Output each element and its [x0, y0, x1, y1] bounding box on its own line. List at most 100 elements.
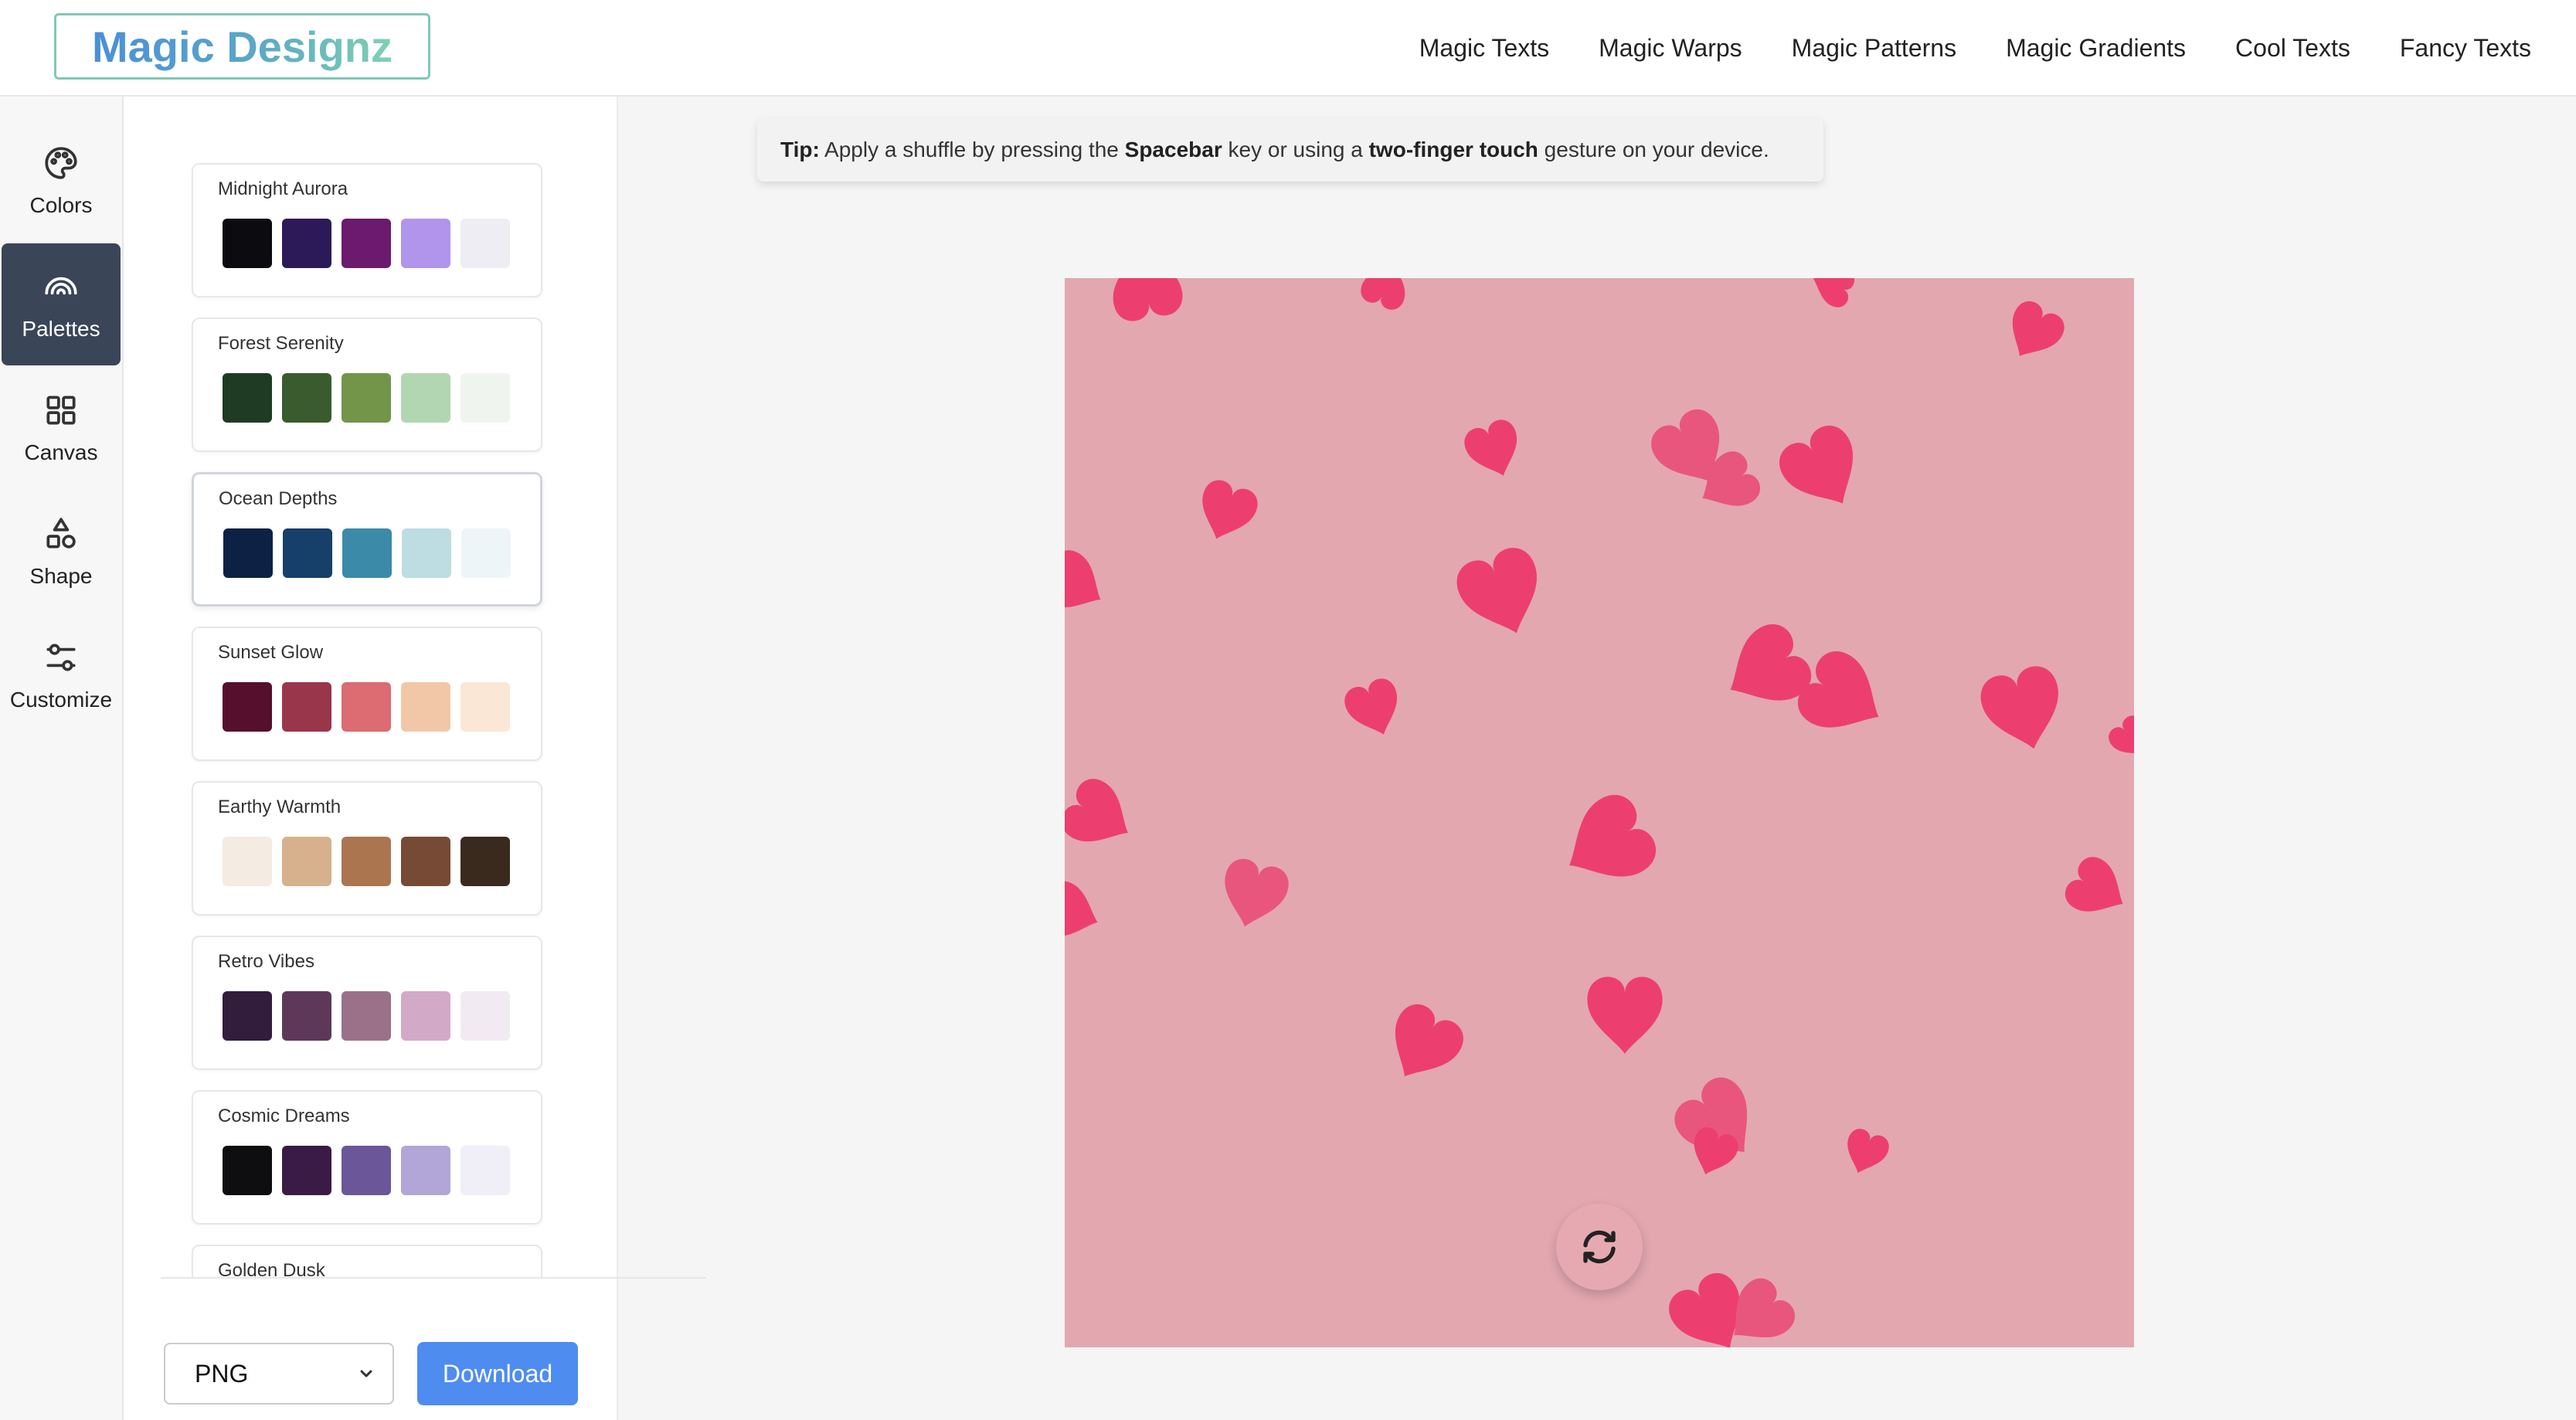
- heart-shape: [1464, 420, 1517, 476]
- color-swatch: [342, 219, 391, 268]
- color-swatch: [342, 373, 391, 423]
- heart-shape: [2065, 857, 2123, 912]
- color-swatch: [401, 991, 450, 1041]
- logo-text: Magic Designz: [92, 22, 393, 71]
- palette-panel: Midnight Aurora Forest Serenity Ocean Dept…: [124, 97, 706, 1420]
- chevron-down-icon: [360, 1370, 372, 1378]
- palette-card[interactable]: Earthy Warmth: [192, 781, 542, 916]
- palette-list[interactable]: Midnight Aurora Forest Serenity Ocean Dept…: [124, 97, 618, 1277]
- nav-magic-gradients[interactable]: Magic Gradients: [2006, 34, 2186, 63]
- color-swatch: [282, 219, 331, 268]
- color-swatch: [401, 682, 450, 732]
- heart-shape: [1113, 278, 1183, 321]
- heart-shape: [1225, 858, 1289, 927]
- palette-name: Forest Serenity: [218, 333, 344, 354]
- palette-name: Midnight Aurora: [218, 178, 348, 199]
- tip-banner: Tip: Apply a shuffle by pressing the Spa…: [757, 118, 1823, 182]
- nav-fancy-texts[interactable]: Fancy Texts: [2400, 34, 2531, 63]
- design-canvas[interactable]: [1065, 278, 2134, 1347]
- tip-gesture: two-finger touch: [1368, 138, 1538, 161]
- palette-name: Retro Vibes: [218, 951, 314, 972]
- color-swatch: [460, 1146, 510, 1195]
- top-nav: Magic Texts Magic Warps Magic Patterns M…: [1419, 0, 2531, 97]
- format-select-value: PNG: [195, 1359, 249, 1388]
- heart-shape: [2109, 715, 2134, 755]
- heart-shape: [1202, 480, 1258, 539]
- color-swatch: [402, 528, 451, 578]
- color-swatch: [460, 219, 510, 268]
- logo[interactable]: Magic Designz: [54, 13, 430, 80]
- color-swatch: [460, 991, 510, 1041]
- tip-text-2: key or using a: [1222, 138, 1369, 161]
- nav-magic-patterns[interactable]: Magic Patterns: [1792, 34, 1956, 63]
- palette-card[interactable]: Sunset Glow: [192, 627, 542, 761]
- rail-label-palettes: Palettes: [22, 317, 100, 341]
- heart-shape: [1065, 881, 1098, 936]
- rainbow-icon: [45, 277, 77, 295]
- color-swatch: [342, 528, 392, 578]
- color-swatch: [223, 219, 272, 268]
- hearts-pattern: [1065, 278, 2134, 1347]
- color-swatch: [282, 373, 331, 423]
- palette-swatches: [223, 1146, 510, 1195]
- color-swatch: [342, 1146, 391, 1195]
- tip-lead: Tip:: [780, 138, 820, 161]
- palette-name: Earthy Warmth: [218, 797, 342, 817]
- grid-icon: [46, 396, 76, 425]
- palette-name: Golden Dusk: [218, 1260, 325, 1277]
- palette-card[interactable]: Forest Serenity: [192, 318, 542, 452]
- color-swatch: [223, 991, 272, 1041]
- heart-shape: [1065, 550, 1101, 608]
- format-select[interactable]: PNG: [164, 1343, 394, 1405]
- rail-label-shape: Shape: [29, 564, 93, 588]
- heart-shape: [1813, 278, 1854, 307]
- nav-cool-texts[interactable]: Cool Texts: [2235, 34, 2350, 63]
- heart-shape: [1779, 425, 1854, 504]
- color-swatch: [401, 1146, 450, 1195]
- color-swatch: [460, 682, 510, 732]
- heart-shape: [1395, 1004, 1463, 1077]
- color-swatch: [342, 991, 391, 1041]
- palette-swatches: [223, 219, 510, 268]
- palette-swatches: [223, 373, 510, 423]
- palette-card[interactable]: Midnight Aurora: [192, 163, 542, 297]
- sliders-icon: [46, 644, 76, 671]
- color-swatch: [401, 837, 450, 886]
- palette-swatches: [223, 991, 510, 1041]
- palette-swatches: [223, 837, 510, 886]
- color-swatch: [401, 219, 450, 268]
- palette-swatches: [223, 528, 511, 578]
- color-swatch: [223, 682, 272, 732]
- heart-shape: [1065, 779, 1128, 842]
- palette-card[interactable]: Cosmic Dreams: [192, 1090, 542, 1225]
- color-swatch: [283, 528, 332, 578]
- palette-icon: [45, 147, 77, 179]
- rail-item-palettes[interactable]: Palettes: [2, 243, 121, 365]
- heart-shape: [1569, 794, 1657, 877]
- rail-item-shape[interactable]: Shape: [0, 491, 122, 613]
- color-swatch: [282, 991, 331, 1041]
- color-swatch: [460, 837, 510, 886]
- palette-card[interactable]: Golden Dusk: [192, 1245, 542, 1277]
- tip-key: Spacebar: [1124, 138, 1222, 161]
- shapes-icon: [46, 518, 76, 549]
- rail-label-colors: Colors: [29, 193, 93, 217]
- heart-shape: [2012, 301, 2065, 356]
- download-button[interactable]: Download: [417, 1342, 578, 1405]
- color-swatch: [342, 682, 391, 732]
- heart-shape: [1980, 666, 2058, 749]
- shuffle-icon: [1583, 1230, 1616, 1264]
- palette-card[interactable]: Retro Vibes: [192, 936, 542, 1070]
- shuffle-button[interactable]: [1556, 1204, 1643, 1290]
- rail-item-canvas[interactable]: Canvas: [0, 367, 122, 489]
- rail-item-customize[interactable]: Customize: [0, 614, 122, 736]
- rail-item-colors[interactable]: Colors: [0, 120, 122, 242]
- rail-label-customize: Customize: [9, 688, 113, 712]
- nav-magic-texts[interactable]: Magic Texts: [1419, 34, 1549, 63]
- top-header: Magic Designz Magic Texts Magic Warps Ma…: [0, 0, 2576, 97]
- palette-name: Cosmic Dreams: [218, 1106, 350, 1126]
- palette-card[interactable]: Ocean Depths: [192, 472, 542, 606]
- nav-magic-warps[interactable]: Magic Warps: [1599, 34, 1742, 63]
- color-swatch: [461, 528, 511, 578]
- color-swatch: [282, 682, 331, 732]
